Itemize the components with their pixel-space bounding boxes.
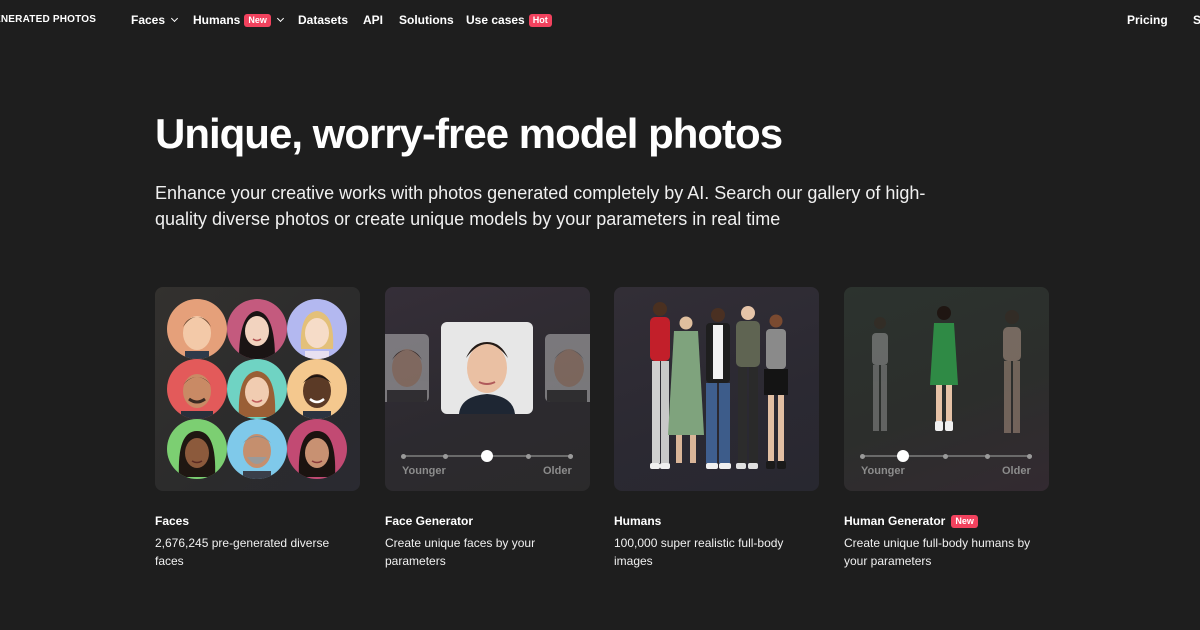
hot-badge: Hot bbox=[528, 13, 552, 27]
face-generator-card[interactable]: Younger Older bbox=[385, 287, 590, 491]
top-navigation: ENERATED PHOTOS Faces Humans New Dataset… bbox=[0, 0, 1200, 40]
face-thumbnail bbox=[227, 299, 287, 359]
slider-min-label: Younger bbox=[861, 465, 905, 477]
faces-card-title[interactable]: Faces bbox=[155, 514, 189, 528]
humans-card-description: 100,000 super realistic full-body images bbox=[614, 536, 784, 568]
nav-item-use-cases[interactable]: Use cases Hot bbox=[466, 13, 552, 27]
face-thumbnail bbox=[167, 419, 227, 479]
face-thumbnail bbox=[167, 359, 227, 419]
humans-card-title[interactable]: Humans bbox=[614, 514, 661, 528]
human-generator-card[interactable]: Younger Older bbox=[844, 287, 1049, 491]
faces-card-description: 2,676,245 pre-generated diverse faces bbox=[155, 536, 330, 568]
new-badge: New bbox=[951, 514, 978, 528]
face-generator-card-description: Create unique faces by your parameters bbox=[385, 536, 536, 568]
page-title: Unique, worry-free model photos bbox=[155, 110, 783, 157]
slider-max-label: Older bbox=[543, 465, 572, 477]
faces-card[interactable] bbox=[155, 287, 360, 491]
face-preview-younger bbox=[385, 334, 429, 402]
human-generator-card-description: Create unique full-body humans by your p… bbox=[844, 536, 1031, 568]
face-thumbnail bbox=[287, 419, 347, 479]
chevron-down-icon bbox=[170, 14, 179, 23]
nav-item-label: Pricing bbox=[1127, 13, 1168, 27]
card-title-text: Face Generator bbox=[385, 514, 474, 528]
age-slider-handle[interactable] bbox=[897, 450, 909, 462]
face-preview-older bbox=[545, 334, 590, 402]
nav-item-cut-off[interactable]: S bbox=[1193, 13, 1200, 27]
human-variants-image bbox=[872, 306, 1021, 433]
card-title-text: Humans bbox=[614, 514, 662, 528]
nav-item-label: Solutions bbox=[399, 13, 454, 27]
slider-step bbox=[943, 454, 948, 459]
face-thumbnail bbox=[227, 419, 287, 479]
slider-step bbox=[568, 454, 573, 459]
nav-item-faces[interactable]: Faces bbox=[131, 13, 179, 27]
face-thumbnail bbox=[227, 359, 287, 419]
nav-item-label: Use cases bbox=[466, 13, 525, 27]
slider-min-label: Younger bbox=[402, 465, 446, 477]
slider-max-label: Older bbox=[1002, 465, 1031, 477]
nav-item-pricing[interactable]: Pricing bbox=[1127, 13, 1168, 27]
slider-step bbox=[1027, 454, 1032, 459]
face-preview-current bbox=[441, 322, 533, 414]
nav-item-label: S bbox=[1193, 13, 1200, 27]
slider-step bbox=[401, 454, 406, 459]
nav-item-humans[interactable]: Humans New bbox=[193, 13, 284, 27]
humans-group-image bbox=[650, 302, 788, 469]
human-generator-card-title[interactable]: Human Generator New bbox=[844, 514, 978, 528]
chevron-down-icon bbox=[276, 14, 284, 23]
face-thumbnail bbox=[287, 359, 347, 419]
nav-item-api[interactable]: API bbox=[363, 13, 383, 27]
logo[interactable]: ENERATED PHOTOS bbox=[0, 14, 96, 25]
face-generator-card-title[interactable]: Face Generator bbox=[385, 514, 473, 528]
slider-step bbox=[443, 454, 448, 459]
age-slider-handle[interactable] bbox=[481, 450, 493, 462]
nav-item-label: Humans bbox=[193, 13, 241, 27]
slider-step bbox=[526, 454, 531, 459]
face-thumbnail bbox=[167, 299, 227, 359]
page-subtitle: Enhance your creative works with photos … bbox=[155, 183, 926, 229]
nav-item-label: Faces bbox=[131, 13, 166, 27]
humans-card[interactable] bbox=[614, 287, 819, 491]
card-title-text: Human Generator bbox=[844, 514, 946, 528]
nav-item-solutions[interactable]: Solutions bbox=[399, 13, 454, 27]
face-thumbnail bbox=[287, 299, 347, 359]
nav-item-label: Datasets bbox=[298, 13, 349, 27]
new-badge: New bbox=[244, 13, 271, 27]
card-title-text: Faces bbox=[155, 514, 190, 528]
slider-step bbox=[985, 454, 990, 459]
nav-item-datasets[interactable]: Datasets bbox=[298, 13, 348, 27]
nav-item-label: API bbox=[363, 13, 384, 27]
slider-step bbox=[860, 454, 865, 459]
